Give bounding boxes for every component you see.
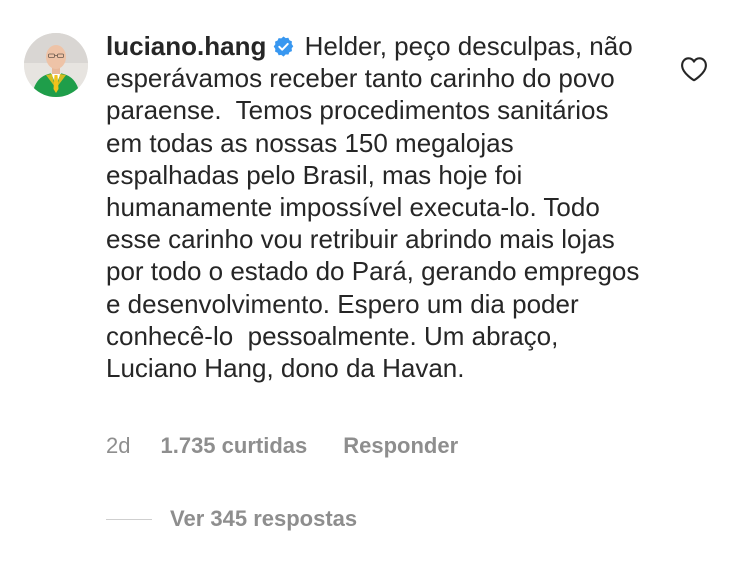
verified-badge-icon	[272, 33, 295, 57]
comment-body: luciano.hang Helder, peço desculpas, não…	[106, 30, 651, 384]
avatar[interactable]	[24, 33, 88, 97]
reply-button[interactable]: Responder	[343, 432, 458, 460]
avatar-image	[24, 33, 88, 97]
view-replies-label: Ver 345 respostas	[170, 506, 358, 531]
comment: luciano.hang Helder, peço desculpas, não…	[0, 0, 750, 570]
view-replies-button[interactable]: Ver 345 respostas	[106, 505, 357, 533]
replies-divider	[106, 518, 152, 520]
username[interactable]: luciano.hang	[106, 31, 266, 61]
likes-count[interactable]: 1.735 curtidas	[160, 432, 307, 460]
timestamp: 2d	[106, 433, 131, 458]
comment-text: Helder, peço desculpas, não esperávamos …	[106, 31, 647, 384]
heart-outline-icon[interactable]	[680, 56, 708, 82]
comment-meta: 2d 1.735 curtidas Responder	[106, 432, 458, 460]
